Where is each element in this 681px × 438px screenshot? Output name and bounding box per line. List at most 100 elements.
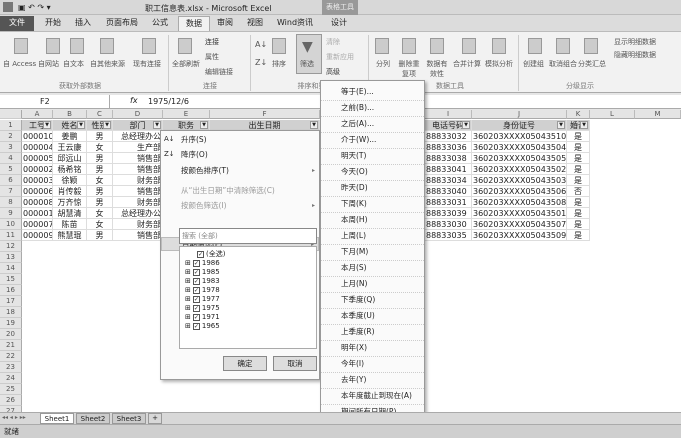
table-cell[interactable]: 陈苗 [53,219,87,230]
checkbox-checked-icon[interactable]: ✓ [192,305,200,312]
row-header[interactable]: 14 [0,263,22,274]
clear-filter-item[interactable]: 从“出生日期”中清除筛选(C) [161,184,319,198]
table-cell[interactable]: 女 [87,142,113,153]
date-filter-item[interactable]: 本周(H) [321,211,424,229]
table-cell[interactable]: 熊慧琨 [53,230,87,241]
date-filter-item[interactable]: 今天(O) [321,163,424,181]
properties-button[interactable]: 属性 [205,52,219,62]
table-cell[interactable]: 88833040 [425,186,472,197]
date-filter-item[interactable]: 下季度(Q) [321,291,424,309]
row-header[interactable]: 13 [0,252,22,263]
quick-access-toolbar[interactable]: ▣ ↶ ↷ ▾ [18,3,51,12]
row-header[interactable]: 12 [0,241,22,252]
table-cell[interactable]: 360203XXXX05043506 [472,186,567,197]
select-all[interactable] [0,110,22,119]
table-cell[interactable]: 360203XXXX05043503 [472,175,567,186]
table-cell[interactable]: 销售部 [113,164,163,175]
table-cell[interactable]: 000010 [22,131,53,142]
date-filter-item[interactable]: 上月(N) [321,275,424,293]
table-cell[interactable]: 000006 [22,186,53,197]
other-sources-button[interactable]: 自其他来源 [90,59,125,69]
sort-ascending-item[interactable]: 升序(S) [161,133,319,147]
show-detail-button[interactable]: 显示明细数据 [614,37,656,47]
expand-icon[interactable]: ⊞ [185,259,191,267]
table-cell[interactable]: 总经理办公 [113,131,163,142]
edit-links-button[interactable]: 编辑链接 [205,67,233,77]
expand-icon[interactable]: ⊞ [185,268,191,276]
row-header[interactable]: 10 [0,219,22,230]
table-cell[interactable]: 女 [87,219,113,230]
table-cell[interactable]: 男 [87,186,113,197]
date-filter-item[interactable]: 今年(I) [321,355,424,373]
row-header[interactable]: 20 [0,329,22,340]
row-header[interactable]: 3 [0,142,22,153]
consolidate-button[interactable]: 合并计算 [453,59,481,69]
date-filter-item[interactable]: 本月(S) [321,259,424,277]
table-cell[interactable]: 000008 [22,197,53,208]
tab-wind[interactable]: Wind资讯 [272,16,318,31]
group-button[interactable]: 创建组 [523,59,544,69]
date-filter-item[interactable]: 上季度(R) [321,323,424,341]
table-cell[interactable]: 女 [87,175,113,186]
column-header[interactable]: F [210,110,320,119]
table-cell[interactable]: 杨希铭 [53,164,87,175]
table-cell[interactable]: 女 [87,208,113,219]
table-cell[interactable]: 否 [567,186,590,197]
table-cell[interactable]: 王云康 [53,142,87,153]
from-web-button[interactable]: 自网站 [38,59,59,69]
filter-dropdown-button[interactable]: ▼ [557,121,565,129]
reapply-button[interactable]: 重新应用 [326,52,354,62]
tab-design[interactable]: 设计 [324,16,354,31]
tab-insert[interactable]: 插入 [68,16,98,31]
table-cell[interactable]: 是 [567,142,590,153]
checkbox-checked-icon[interactable]: ✓ [192,269,200,276]
tab-home[interactable]: 开始 [38,16,68,31]
table-cell[interactable]: 邱远山 [53,153,87,164]
table-cell[interactable]: 000009 [22,230,53,241]
filter-dropdown-button[interactable]: ▼ [580,121,588,129]
sort-by-color-item[interactable]: 按颜色排序(T) ▸ [161,164,319,178]
row-header[interactable]: 2 [0,131,22,142]
sort-az-icon[interactable]: A↓ [255,40,267,49]
expand-icon[interactable]: ⊞ [185,313,191,321]
table-cell[interactable]: 360203XXXX05043505 [472,153,567,164]
checkbox-checked-icon[interactable]: ✓ [192,314,200,321]
table-cell[interactable]: 000001 [22,208,53,219]
name-box[interactable]: F2 [0,95,110,108]
table-cell[interactable]: 88833038 [425,153,472,164]
row-header[interactable]: 5 [0,164,22,175]
table-cell[interactable]: 销售部 [113,186,163,197]
table-cell[interactable]: 360203XXXX05043507 [472,219,567,230]
date-filter-item[interactable]: 之后(A)... [321,115,424,133]
date-filter-item[interactable]: 明天(T) [321,147,424,165]
column-header[interactable]: D [113,110,163,119]
sort-button[interactable]: 排序 [272,59,286,69]
row-header[interactable]: 16 [0,285,22,296]
row-header[interactable]: 18 [0,307,22,318]
checkbox-checked-icon[interactable]: ✓ [192,278,200,285]
row-header[interactable]: 4 [0,153,22,164]
filter-button[interactable]: ▼ 筛选 [296,34,322,74]
table-cell[interactable]: 88833030 [425,219,472,230]
table-cell[interactable]: 销售部 [113,153,163,164]
table-cell[interactable]: 是 [567,153,590,164]
row-header[interactable]: 6 [0,175,22,186]
year-node[interactable]: ⊞ ✓ 1965 [185,322,220,331]
insert-sheet-icon[interactable]: + [148,413,162,424]
row-header[interactable]: 24 [0,373,22,384]
table-cell[interactable]: 销售部 [113,230,163,241]
sheet-nav-buttons[interactable]: ◂◂ ◂ ▸ ▸▸ [2,414,26,421]
row-header[interactable]: 7 [0,186,22,197]
table-cell[interactable]: 财务部 [113,197,163,208]
row-header[interactable]: 17 [0,296,22,307]
table-cell[interactable]: 是 [567,208,590,219]
checkbox-checked-icon[interactable]: ✓ [197,251,204,258]
tab-view[interactable]: 视图 [240,16,270,31]
table-cell[interactable]: 360203XXXX05043510 [472,131,567,142]
table-cell[interactable]: 360203XXXX05043508 [472,197,567,208]
row-header[interactable]: 19 [0,318,22,329]
table-cell[interactable]: 胡慧清 [53,208,87,219]
existing-connections-button[interactable]: 现有连接 [133,59,161,69]
row-header[interactable]: 8 [0,197,22,208]
year-node[interactable]: ⊞ ✓ 1971 [185,313,220,322]
